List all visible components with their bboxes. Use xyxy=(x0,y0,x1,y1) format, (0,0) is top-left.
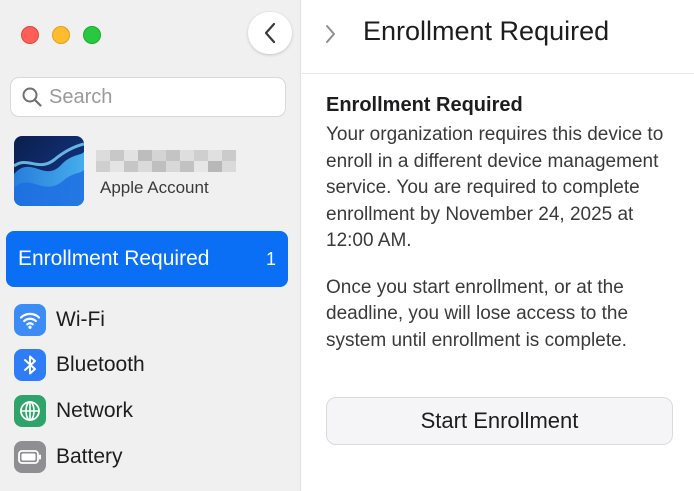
toolbar: Enrollment Required xyxy=(302,0,694,74)
battery-icon xyxy=(14,441,46,473)
sidebar-item-wifi[interactable]: Wi-Fi xyxy=(14,300,286,340)
zoom-window-button[interactable] xyxy=(83,26,101,44)
account-label: Apple Account xyxy=(100,178,209,197)
account-name-redacted xyxy=(96,150,236,172)
wifi-icon xyxy=(14,304,46,336)
chevron-left-icon xyxy=(264,22,276,44)
sidebar-item-enrollment-required[interactable]: Enrollment Required 1 xyxy=(6,231,288,287)
access-warning: Once you start enrollment, or at the dea… xyxy=(326,276,629,351)
sidebar-item-label: Network xyxy=(56,399,134,422)
close-window-button[interactable] xyxy=(21,26,39,44)
search-icon xyxy=(22,87,42,107)
start-enrollment-button[interactable]: Start Enrollment xyxy=(326,397,673,445)
section-title: Enrollment Required xyxy=(326,94,523,116)
sidebar-item-label: Wi-Fi xyxy=(56,308,105,331)
sidebar-item-battery[interactable]: Battery xyxy=(14,437,286,477)
bluetooth-icon xyxy=(14,349,46,381)
back-button[interactable] xyxy=(248,12,292,54)
sidebar: Apple Account Enrollment Required 1 Wi-F… xyxy=(0,0,301,491)
main-pane: Enrollment Required Enrollment Required … xyxy=(302,0,694,491)
forward-button[interactable] xyxy=(316,19,344,49)
sidebar-item-label: Enrollment Required xyxy=(18,247,210,270)
sidebar-item-network[interactable]: Network xyxy=(14,391,286,431)
minimize-window-button[interactable] xyxy=(52,26,70,44)
notification-badge: 1 xyxy=(265,248,276,269)
page-title: Enrollment Required xyxy=(363,16,610,46)
chevron-right-icon xyxy=(326,25,335,43)
enrollment-content: Enrollment Required Your organization re… xyxy=(326,94,678,354)
window-controls xyxy=(21,26,101,44)
search-input[interactable] xyxy=(49,85,279,109)
sidebar-item-label: Bluetooth xyxy=(56,353,145,376)
network-globe-icon xyxy=(14,395,46,427)
apple-account-row[interactable]: Apple Account xyxy=(14,136,286,208)
account-avatar xyxy=(14,136,84,206)
search-field[interactable] xyxy=(10,77,286,117)
sidebar-item-bluetooth[interactable]: Bluetooth xyxy=(14,345,286,385)
sidebar-item-label: Battery xyxy=(56,445,123,468)
enrollment-description: Your organization requires this device t… xyxy=(326,124,664,251)
